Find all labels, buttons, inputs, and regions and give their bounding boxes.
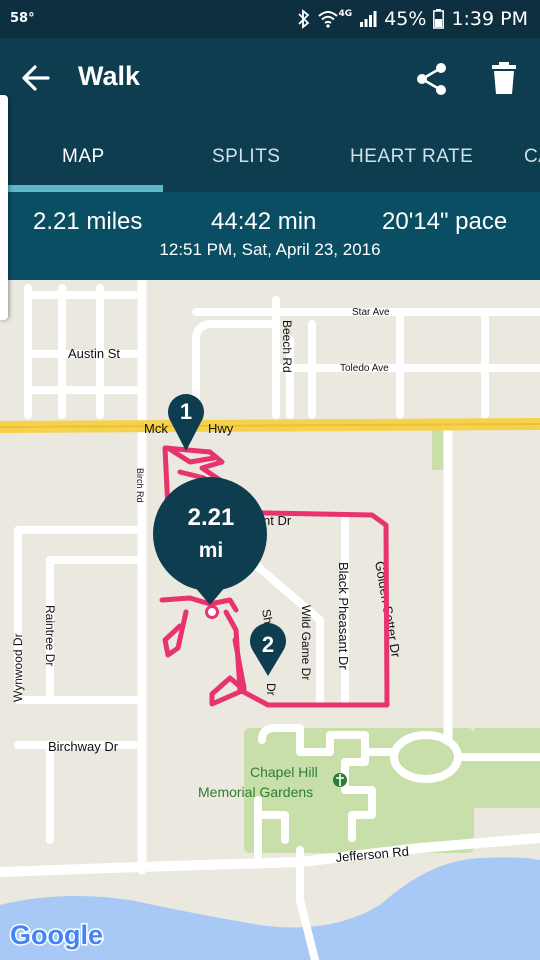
- street-label-dr-fragment: Dr: [264, 683, 278, 696]
- tab-heart-rate[interactable]: HEART RATE: [350, 146, 473, 168]
- tab-calories[interactable]: CA: [524, 146, 540, 168]
- battery-percent: 45%: [384, 8, 427, 30]
- wifi-icon: [317, 10, 338, 28]
- street-label-wild-game-dr: Wild Game Dr: [299, 605, 313, 680]
- tab-splits[interactable]: SPLITS: [212, 146, 280, 168]
- network-type: 4G: [338, 9, 353, 19]
- activity-summary: 2.21 miles 44:42 min 20'14" pace 12:51 P…: [0, 192, 540, 280]
- activity-datetime: 12:51 PM, Sat, April 23, 2016: [159, 240, 381, 259]
- drawer-edge[interactable]: [0, 95, 8, 320]
- arrow-left-icon[interactable]: [20, 62, 52, 94]
- bluetooth-icon: [297, 9, 311, 29]
- street-label-austin-st: Austin St: [68, 346, 120, 361]
- share-icon[interactable]: [414, 60, 450, 98]
- place-label-chapel-hill: Chapel Hill: [250, 764, 318, 780]
- page-title: Walk: [78, 61, 141, 91]
- temperature-indicator: 58°: [10, 11, 35, 26]
- start-marker-label: 1: [180, 399, 192, 424]
- street-label-beech-rd: Beech Rd: [280, 320, 294, 373]
- signal-icon: [359, 10, 377, 28]
- active-tab-indicator: [0, 185, 163, 192]
- distance-value: 2.21 miles: [33, 208, 143, 235]
- distance-bubble-unit: mi: [199, 539, 224, 562]
- battery-icon: [433, 9, 445, 29]
- highway: [0, 418, 540, 433]
- tab-map[interactable]: MAP: [62, 146, 105, 168]
- street-label-toledo-ave: Toledo Ave: [340, 363, 389, 374]
- pace-value: 20'14" pace: [382, 208, 508, 235]
- street-label-wynwood-dr: Wynwood Dr: [11, 633, 25, 702]
- status-bar: 58° 4G 45% 1:39 PM: [0, 0, 540, 38]
- place-label-memorial-gardens: Memorial Gardens: [198, 784, 313, 800]
- google-attribution: Google: [10, 920, 103, 950]
- street-label-black-pheasant-dr: Black Pheasant Dr: [336, 562, 351, 670]
- street-label-sh-fragment: Sh: [259, 608, 275, 625]
- duration-value: 44:42 min: [211, 208, 317, 235]
- cemetery-icon: [333, 773, 347, 787]
- street-label-birch-rd: Birch Rd: [135, 468, 145, 503]
- app-bar: Walk: [0, 38, 540, 120]
- street-label-birchway-dr: Birchway Dr: [48, 739, 119, 754]
- route-map[interactable]: Star Ave Toledo Ave Austin St Beech Rd M…: [0, 280, 540, 960]
- tab-bar: MAP SPLITS HEART RATE CA: [0, 120, 540, 192]
- end-marker-label: 2: [262, 632, 274, 657]
- street-label-raintree-dr: Raintree Dr: [43, 605, 57, 666]
- distance-bubble-value: 2.21: [188, 504, 235, 531]
- street-label-highway-left: Mck: [144, 421, 168, 436]
- trash-icon[interactable]: [490, 61, 518, 95]
- street-label-highway-right: Hwy: [208, 421, 234, 436]
- clock: 1:39 PM: [451, 8, 528, 30]
- street-label-star-ave: Star Ave: [352, 307, 390, 318]
